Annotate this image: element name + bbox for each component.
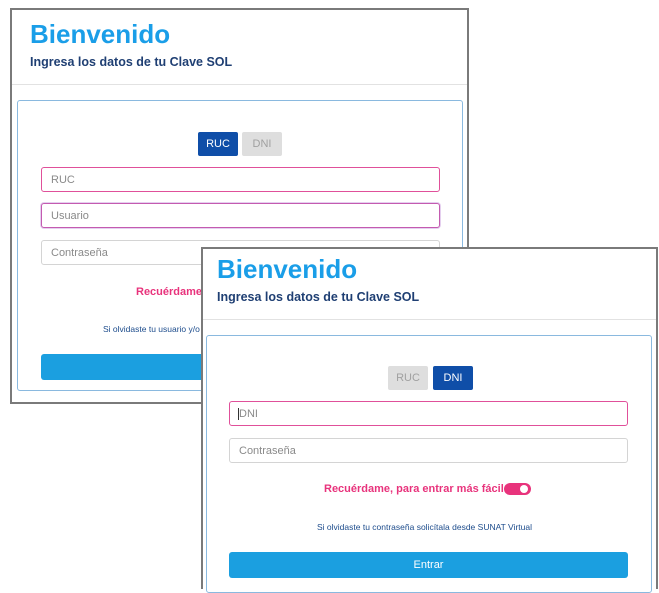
- header-divider: [203, 319, 656, 320]
- tab-dni[interactable]: DNI: [242, 132, 282, 156]
- dni-input[interactable]: [229, 401, 628, 426]
- welcome-subtitle: Ingresa los datos de tu Clave SOL: [217, 290, 420, 304]
- remember-me-toggle[interactable]: [504, 483, 531, 495]
- login-form: RUC DNI Recuérdame, para entrar más fáci…: [206, 335, 652, 593]
- remember-me-label: Recuérdame,: [136, 286, 206, 298]
- tab-dni[interactable]: DNI: [433, 366, 473, 390]
- header-divider: [12, 84, 467, 85]
- username-input[interactable]: [41, 203, 440, 228]
- text-cursor: [238, 408, 239, 420]
- enter-button[interactable]: Entrar: [229, 552, 628, 578]
- tab-ruc[interactable]: RUC: [198, 132, 238, 156]
- tab-ruc[interactable]: RUC: [388, 366, 428, 390]
- welcome-title: Bienvenido: [217, 254, 358, 284]
- login-panel-dni: Bienvenido Ingresa los datos de tu Clave…: [201, 247, 658, 593]
- welcome-subtitle: Ingresa los datos de tu Clave SOL: [30, 55, 233, 69]
- ruc-input[interactable]: [41, 167, 440, 192]
- remember-me-label: Recuérdame, para entrar más fácil: [324, 483, 504, 495]
- password-input[interactable]: [229, 438, 628, 463]
- toggle-knob: [520, 485, 528, 493]
- forgot-credentials-link[interactable]: Si olvidaste tu usuario y/o: [103, 324, 200, 334]
- welcome-title: Bienvenido: [30, 19, 171, 49]
- forgot-password-link[interactable]: Si olvidaste tu contraseña solicítala de…: [317, 522, 532, 532]
